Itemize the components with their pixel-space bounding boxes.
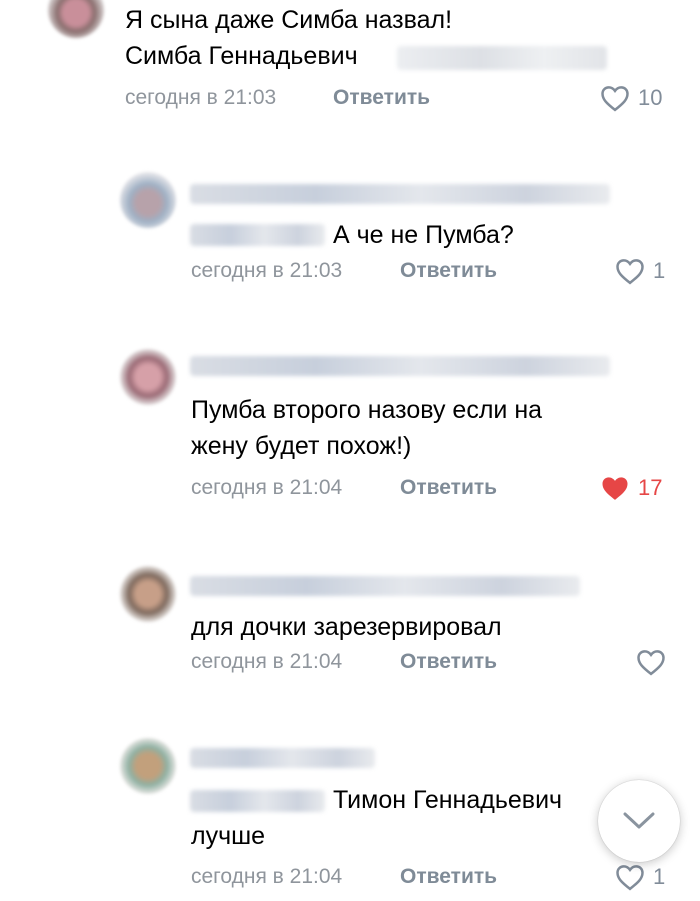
comment-time: сегодня в 21:03 xyxy=(125,86,277,109)
chevron-down-icon xyxy=(623,812,655,829)
like-button[interactable]: 17 xyxy=(600,474,662,502)
heart-icon xyxy=(602,477,628,500)
avatar[interactable] xyxy=(48,0,104,38)
blurred-author-name xyxy=(190,576,580,596)
like-button[interactable]: 1 xyxy=(615,863,665,891)
reply-button[interactable]: Ответить xyxy=(400,476,497,500)
like-count: 1 xyxy=(653,258,666,283)
comment-text-line: лучше xyxy=(191,822,266,850)
reply-button[interactable]: Ответить xyxy=(400,259,497,283)
blurred-mention xyxy=(397,46,607,70)
comment-text-line: А че не Пумба? xyxy=(333,221,514,249)
like-count: 17 xyxy=(638,475,663,500)
comment-text-line: Я сына даже Симба назвал! xyxy=(125,6,453,34)
heart-icon xyxy=(616,259,644,285)
like-button[interactable] xyxy=(636,648,674,676)
comment-time: сегодня в 21:04 xyxy=(191,650,343,673)
reply-button[interactable]: Ответить xyxy=(400,650,497,674)
blurred-author-name xyxy=(190,184,610,204)
heart-icon xyxy=(601,86,629,112)
blurred-mention xyxy=(190,224,325,246)
comment-text-line: Тимон Геннадьевич xyxy=(333,786,563,814)
reply-button[interactable]: Ответить xyxy=(400,865,497,889)
reply-button[interactable]: Ответить xyxy=(333,86,430,110)
heart-icon xyxy=(637,650,665,676)
blurred-mention xyxy=(190,790,325,812)
avatar[interactable] xyxy=(120,566,176,622)
like-button[interactable]: 1 xyxy=(615,257,665,285)
scroll-down-button[interactable] xyxy=(598,780,680,862)
comment-time: сегодня в 21:04 xyxy=(191,476,343,499)
avatar[interactable] xyxy=(120,349,176,405)
comment-time: сегодня в 21:04 xyxy=(191,865,343,888)
like-button[interactable]: 10 xyxy=(600,84,662,112)
like-count: 1 xyxy=(653,864,666,889)
avatar[interactable] xyxy=(120,172,176,228)
blurred-author-name xyxy=(190,356,610,376)
comment-text-line: Пумба второго назову если на xyxy=(191,396,543,424)
like-count: 10 xyxy=(638,85,663,110)
heart-icon xyxy=(616,865,644,891)
comment-text-line: для дочки зарезервировал xyxy=(191,613,502,641)
blurred-author-name xyxy=(190,748,375,768)
comment-text-line: жену будет похож!) xyxy=(191,432,412,460)
comment-text-line: Симба Геннадьевич xyxy=(125,42,358,70)
comment-time: сегодня в 21:03 xyxy=(191,259,343,282)
avatar[interactable] xyxy=(120,738,176,794)
